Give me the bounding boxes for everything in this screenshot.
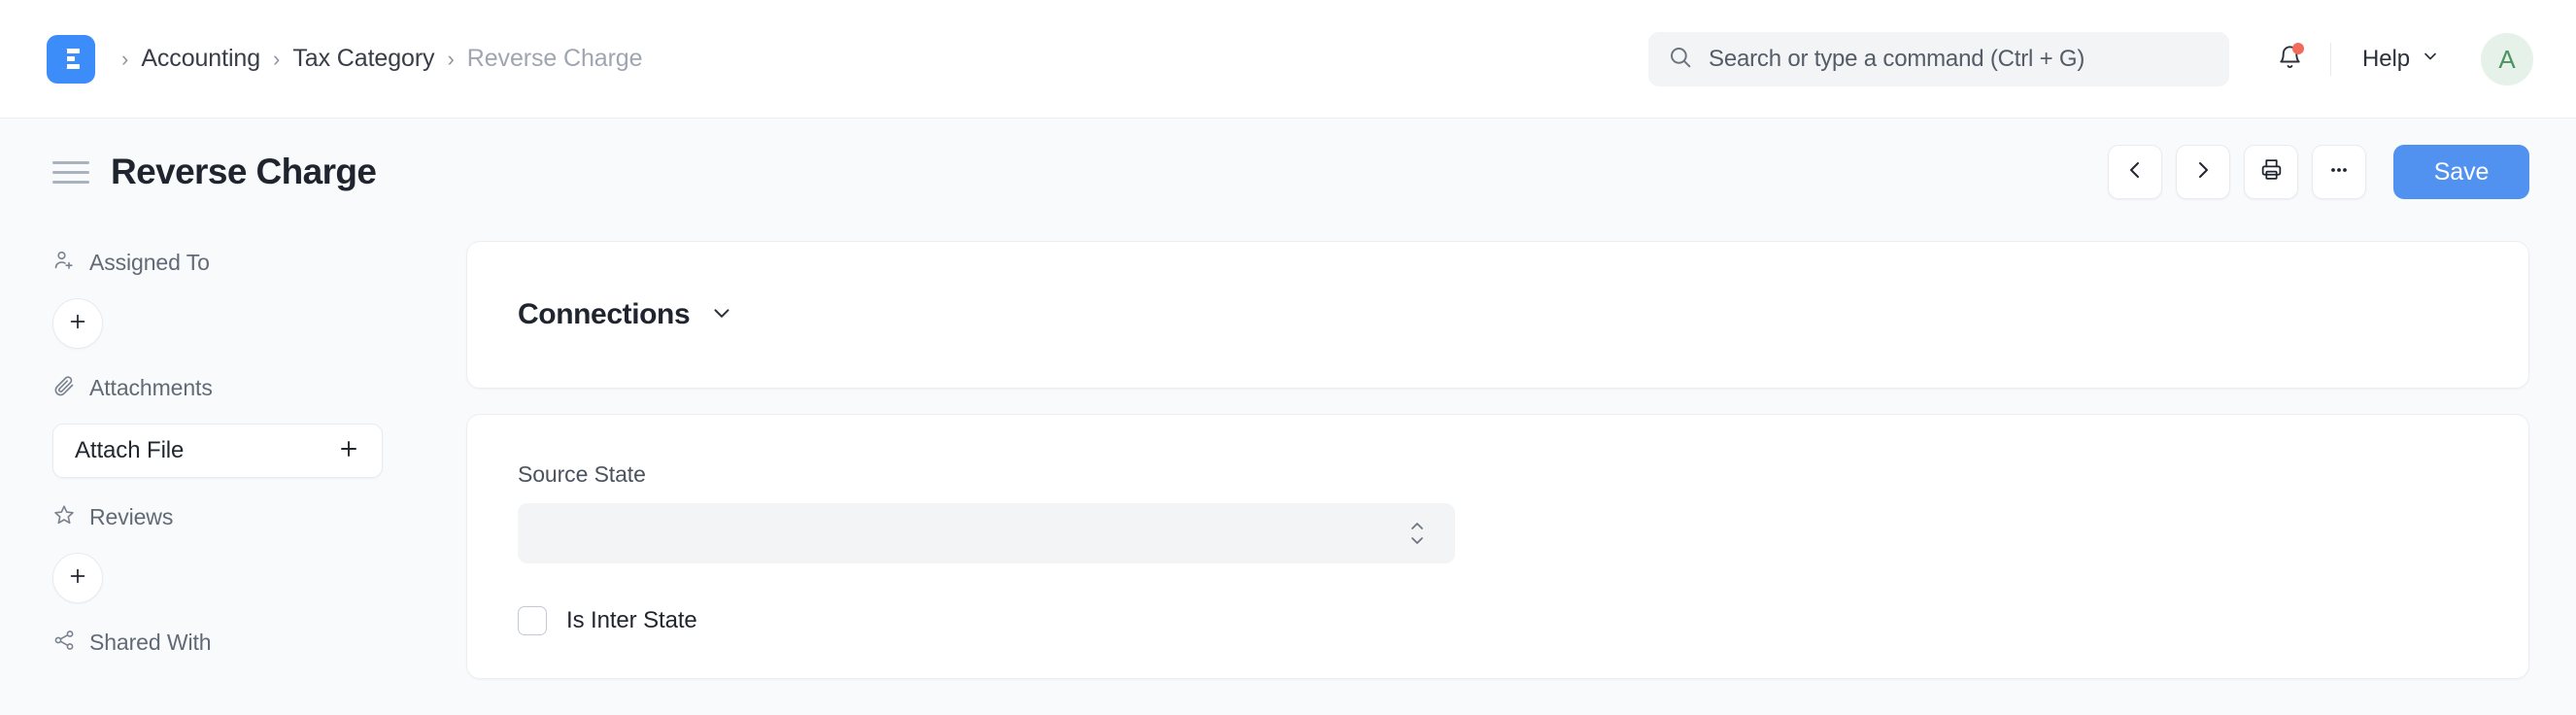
next-document-button[interactable]: [2176, 145, 2230, 199]
page-body: Assigned To Attachments Attach File Revi…: [0, 225, 2576, 715]
navbar-divider: [2330, 43, 2332, 76]
add-assignment-button[interactable]: [52, 298, 103, 349]
assigned-to-header: Assigned To: [52, 249, 427, 277]
is-inter-state-label: Is Inter State: [566, 607, 697, 633]
breadcrumb-item-reverse-charge: Reverse Charge: [466, 45, 643, 72]
hamburger-bar: [52, 170, 89, 174]
plus-icon: [67, 565, 88, 592]
plus-icon: [337, 437, 360, 465]
save-button[interactable]: Save: [2393, 145, 2529, 199]
chevron-right-icon: [2191, 158, 2215, 187]
user-add-icon: [52, 249, 76, 277]
breadcrumb-separator-1: ›: [273, 46, 281, 71]
is-inter-state-row[interactable]: Is Inter State: [518, 606, 2478, 635]
previous-document-button[interactable]: [2108, 145, 2162, 199]
page-title: Reverse Charge: [111, 152, 377, 191]
search-input[interactable]: Search or type a command (Ctrl + G): [1648, 32, 2230, 86]
print-button[interactable]: [2244, 145, 2298, 199]
sidebar-toggle-icon[interactable]: [52, 157, 89, 187]
select-chevrons-icon: [1408, 522, 1426, 546]
breadcrumb: › Accounting › Tax Category › Reverse Ch…: [109, 45, 643, 73]
help-label: Help: [2362, 46, 2410, 72]
breadcrumb-separator-2: ›: [447, 46, 455, 71]
sidebar-label-shared-with: Shared With: [89, 630, 212, 655]
help-menu-button[interactable]: Help: [2353, 38, 2450, 81]
navbar-right: Search or type a command (Ctrl + G) Help…: [1648, 0, 2533, 119]
avatar-initial: A: [2498, 44, 2516, 74]
hamburger-bar: [52, 180, 89, 184]
search-placeholder: Search or type a command (Ctrl + G): [1709, 46, 2085, 72]
sidebar-label-attachments: Attachments: [89, 375, 213, 400]
connections-title: Connections: [518, 298, 691, 330]
breadcrumb-item-accounting[interactable]: Accounting: [141, 45, 260, 73]
sidebar-section-attachments: Attachments Attach File: [52, 374, 427, 478]
page-actions: Save: [2108, 119, 2529, 225]
navbar-left: › Accounting › Tax Category › Reverse Ch…: [47, 34, 643, 84]
form-sidebar: Assigned To Attachments Attach File Revi…: [47, 225, 427, 715]
share-icon: [52, 629, 76, 657]
printer-icon: [2259, 157, 2284, 187]
attachments-header: Attachments: [52, 374, 427, 402]
sidebar-section-reviews: Reviews: [52, 503, 427, 603]
more-options-button[interactable]: [2312, 145, 2366, 199]
breadcrumb-item-tax-category[interactable]: Tax Category: [292, 45, 434, 73]
reviews-header: Reviews: [52, 503, 427, 531]
connections-card: Connections: [466, 241, 2529, 389]
add-review-button[interactable]: [52, 553, 103, 603]
notifications-button[interactable]: [2264, 34, 2315, 85]
top-navbar: › Accounting › Tax Category › Reverse Ch…: [0, 0, 2576, 119]
app-logo-icon[interactable]: [47, 34, 95, 84]
search-icon: [1668, 45, 1693, 75]
source-state-label: Source State: [518, 461, 646, 487]
shared-with-header: Shared With: [52, 629, 427, 657]
user-avatar[interactable]: A: [2481, 33, 2533, 85]
page-header: Reverse Charge Save: [0, 119, 2576, 225]
hamburger-bar: [52, 160, 89, 164]
source-state-select[interactable]: [518, 503, 1455, 563]
chevron-down-icon: [2421, 46, 2440, 73]
chevron-left-icon: [2123, 158, 2147, 187]
ellipsis-icon: [2327, 158, 2351, 187]
form-fields-card: Source State Is Inter State: [466, 414, 2529, 679]
paperclip-icon: [52, 374, 76, 402]
attach-file-label: Attach File: [75, 437, 185, 463]
is-inter-state-checkbox[interactable]: [518, 606, 547, 635]
notification-unread-dot: [2292, 43, 2305, 54]
sidebar-section-shared-with: Shared With: [52, 629, 427, 657]
connections-toggle[interactable]: [709, 300, 734, 330]
sidebar-label-assigned-to: Assigned To: [89, 250, 210, 275]
star-icon: [52, 503, 76, 531]
sidebar-label-reviews: Reviews: [89, 504, 174, 529]
chevron-down-icon: [709, 300, 734, 330]
breadcrumb-separator-0: ›: [121, 46, 129, 71]
plus-icon: [67, 311, 88, 337]
form-main: Connections Source State Is Inter State: [427, 225, 2529, 715]
sidebar-section-assigned-to: Assigned To: [52, 249, 427, 349]
attach-file-button[interactable]: Attach File: [52, 424, 383, 478]
